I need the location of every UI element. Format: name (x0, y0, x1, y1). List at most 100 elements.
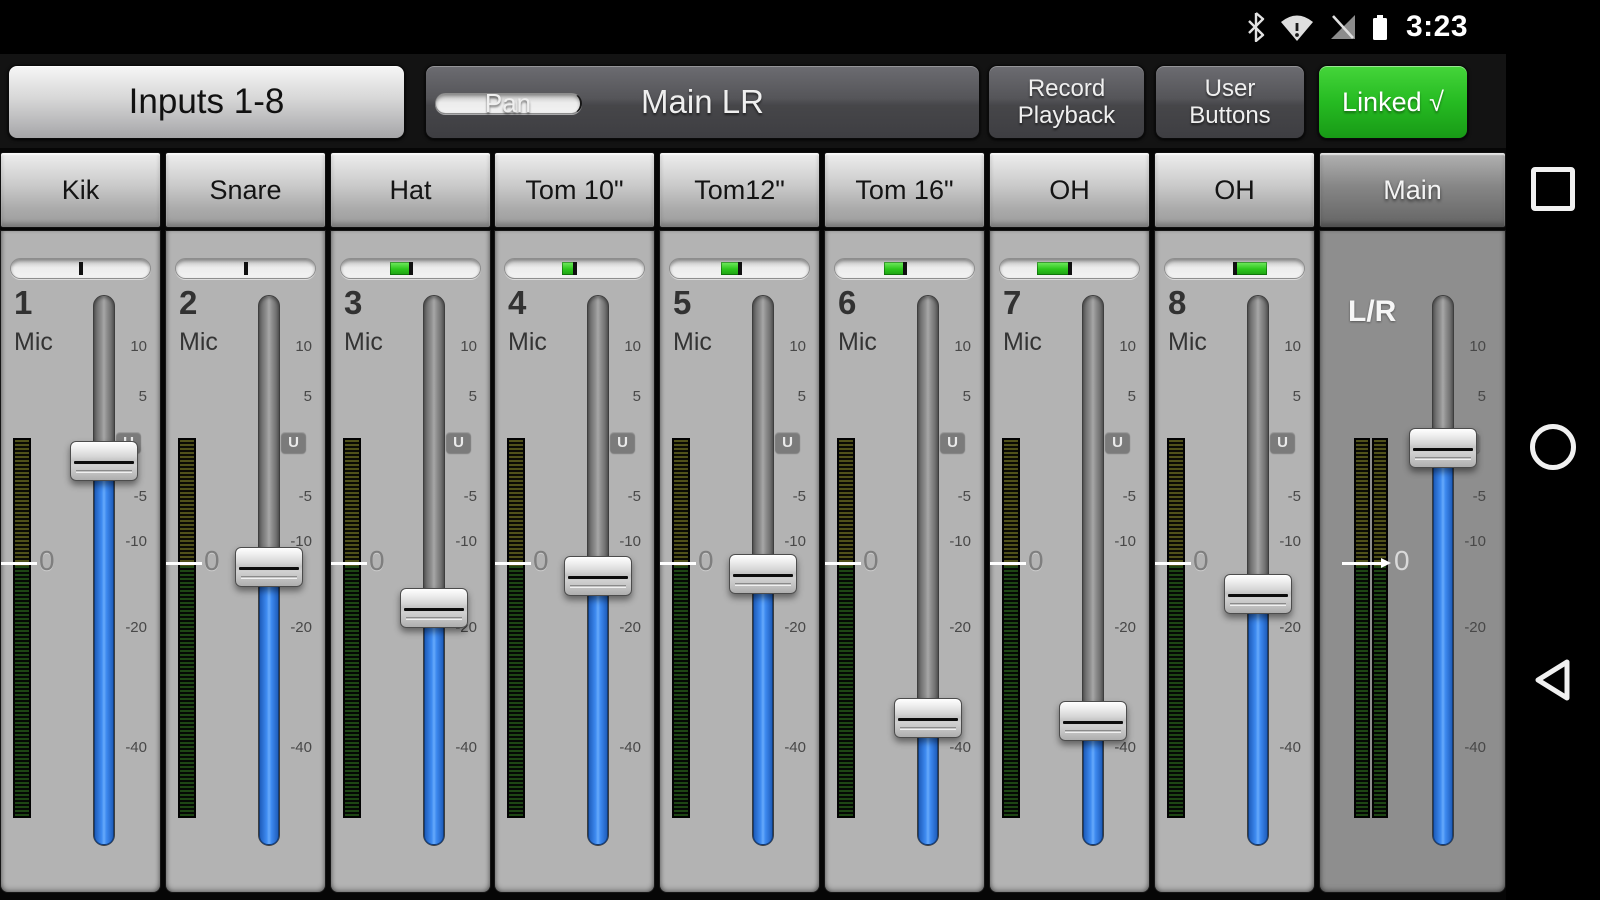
pan-slider[interactable] (175, 258, 316, 279)
channel-name-button[interactable]: Tom 16" (824, 152, 985, 228)
pan-slider[interactable] (1164, 258, 1305, 279)
channel-number: 2 (179, 284, 197, 322)
meter-zero-arrow (1381, 558, 1391, 568)
meter-zero-line (825, 562, 861, 565)
home-button[interactable] (1530, 424, 1576, 470)
meter-zero-line (1, 562, 37, 565)
channel-strip: Tom 10" 4 Mic 0 105-5-10-20-40 U (494, 152, 655, 893)
pan-slider[interactable] (340, 258, 481, 279)
channel-name-label: Tom 10" (525, 175, 623, 206)
channel-name-button[interactable]: Tom 10" (494, 152, 655, 228)
pan-slider[interactable] (669, 258, 810, 279)
status-bar: 3:23 (0, 0, 1600, 54)
scale-tick-label: -5 (1267, 488, 1301, 505)
channel-strip: Snare 2 Mic 0 105-5-10-20-40 U (165, 152, 326, 893)
channel-number: 3 (344, 284, 362, 322)
fader-handle[interactable] (894, 698, 962, 738)
meter-zero-line (331, 562, 367, 565)
scale-tick-label: -10 (443, 533, 477, 550)
fader-handle[interactable] (235, 547, 303, 587)
pan-slider[interactable] (504, 258, 645, 279)
level-meter (672, 438, 690, 818)
fader-handle[interactable] (70, 441, 138, 481)
fader-track[interactable] (1432, 295, 1454, 846)
bluetooth-icon (1246, 12, 1266, 42)
scale-tick-label: 10 (1102, 338, 1136, 355)
meter-zero-label: 0 (39, 545, 55, 577)
fader-fill (1248, 595, 1268, 845)
scale-tick-label: 10 (278, 338, 312, 355)
unity-badge: U (1105, 432, 1130, 453)
scale-tick-label: -40 (937, 739, 971, 756)
fader-handle[interactable] (1224, 574, 1292, 614)
back-button[interactable] (1530, 657, 1576, 708)
fader-fill (1433, 449, 1453, 845)
pan-center-tick (79, 262, 83, 275)
linked-button[interactable]: Linked √ (1318, 65, 1468, 139)
pan-center-tick (573, 262, 577, 275)
meter-zero-line (1342, 562, 1382, 565)
scale-tick-label: -10 (607, 533, 641, 550)
main-channel-strip: Main L/R 0 105-5-10-20-40 U (1319, 152, 1506, 893)
channel-name-label: Tom 16" (855, 175, 953, 206)
fader-handle[interactable] (729, 554, 797, 594)
fader-track[interactable] (93, 295, 115, 846)
main-header-button[interactable]: Main (1319, 152, 1506, 228)
scale-tick-label: 10 (607, 338, 641, 355)
channel-name-label: OH (1049, 175, 1090, 206)
channel-name-button[interactable]: Snare (165, 152, 326, 228)
scale-tick-label: -40 (1452, 739, 1486, 756)
channel-name-button[interactable]: OH (989, 152, 1150, 228)
inputs-1-8-button[interactable]: Inputs 1-8 (8, 65, 405, 139)
scale-tick-label: -5 (113, 488, 147, 505)
fader-handle[interactable] (1059, 701, 1127, 741)
channel-strip: OH 7 Mic 0 105-5-10-20-40 U (989, 152, 1150, 893)
fader-handle[interactable] (1409, 428, 1477, 468)
scale-tick-label: 5 (113, 388, 147, 405)
scale-tick-label: 10 (1452, 338, 1486, 355)
unity-badge: U (610, 432, 635, 453)
pan-button[interactable]: Pan (435, 93, 582, 114)
back-triangle-icon (1530, 657, 1576, 703)
user-buttons-button[interactable]: User Buttons (1155, 65, 1305, 139)
channel-source-label: Mic (673, 328, 712, 357)
channel-name-button[interactable]: OH (1154, 152, 1315, 228)
level-meter (1002, 438, 1020, 818)
pan-slider[interactable] (834, 258, 975, 279)
level-meter (837, 438, 855, 818)
channel-name-button[interactable]: Hat (330, 152, 491, 228)
scale-tick-label: 5 (1102, 388, 1136, 405)
fader-track[interactable] (423, 295, 445, 846)
scale-tick-label: 5 (1452, 388, 1486, 405)
pan-slider[interactable] (999, 258, 1140, 279)
scale-tick-label: -20 (607, 619, 641, 636)
channel-name-button[interactable]: Tom12" (659, 152, 820, 228)
fader-track[interactable] (917, 295, 939, 846)
fader-handle[interactable] (564, 556, 632, 596)
scale-tick-label: 5 (443, 388, 477, 405)
scale-tick-label: -20 (278, 619, 312, 636)
pan-slider[interactable] (10, 258, 151, 279)
scale-tick-label: -20 (1102, 619, 1136, 636)
channel-source-label: Mic (179, 328, 218, 357)
fader-fill (588, 577, 608, 845)
channel-number: 5 (673, 284, 691, 322)
scale-tick-label: 10 (443, 338, 477, 355)
fader-track[interactable] (1247, 295, 1269, 846)
meter-zero-line (1155, 562, 1191, 565)
meter-zero-label: 0 (533, 545, 549, 577)
channel-name-label: Kik (62, 175, 100, 206)
fader-fill (424, 609, 444, 845)
toolbar: Inputs 1-8 Pan Main LR Record Playback U… (0, 54, 1506, 148)
recents-button[interactable] (1531, 167, 1575, 211)
record-playback-button[interactable]: Record Playback (988, 65, 1145, 139)
channel-number: 4 (508, 284, 526, 322)
fader-track[interactable] (1082, 295, 1104, 846)
channel-name-label: Main (1383, 175, 1442, 206)
scale-tick-label: -40 (113, 739, 147, 756)
unity-badge: U (1270, 432, 1295, 453)
channel-name-button[interactable]: Kik (0, 152, 161, 228)
fader-handle[interactable] (400, 588, 468, 628)
battery-icon (1371, 12, 1389, 42)
meter-zero-line (495, 562, 531, 565)
